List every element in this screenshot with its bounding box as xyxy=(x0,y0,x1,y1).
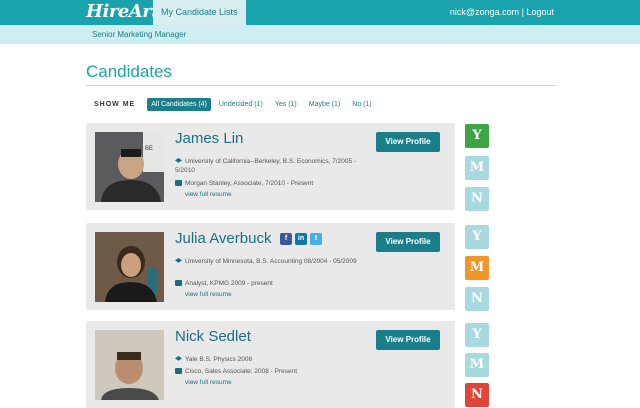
vote-maybe-button[interactable]: M xyxy=(465,353,489,377)
briefcase-icon xyxy=(175,180,182,186)
logo[interactable]: HireArt xyxy=(86,1,160,22)
view-resume-link[interactable]: view full resume xyxy=(185,379,232,386)
filter-maybe[interactable]: Maybe (1) xyxy=(305,98,345,111)
candidate-photo[interactable] xyxy=(95,330,164,400)
education-line: University of Minnesota, B.S. Accounting… xyxy=(175,257,375,266)
candidate-name[interactable]: James Lin xyxy=(175,130,243,147)
vote-no-button[interactable]: N xyxy=(465,187,489,211)
education-text: Yale B.S. Physics 2008 xyxy=(185,356,253,363)
vote-yes-button[interactable]: Y xyxy=(465,124,489,148)
show-me-label: SHOW ME xyxy=(94,100,136,108)
top-bar: HireArt My Candidate Lists nick@zonga.co… xyxy=(0,0,640,25)
job-title[interactable]: Senior Marketing Manager xyxy=(92,25,186,44)
linkedin-icon[interactable]: in xyxy=(295,233,307,245)
graduation-cap-icon xyxy=(175,158,182,163)
graduation-cap-icon xyxy=(175,258,182,263)
vote-maybe-button[interactable]: M xyxy=(465,156,489,180)
vote-yes-button[interactable]: Y xyxy=(465,225,489,249)
candidate-name[interactable]: Nick Sedlet xyxy=(175,328,251,345)
svg-text:BE: BE xyxy=(145,146,153,152)
filter-all[interactable]: All Candidates (4) xyxy=(147,97,211,111)
work-text: Morgan Stanley, Associate, 7/2010 - Pres… xyxy=(185,180,314,187)
view-resume-link[interactable]: view full resume xyxy=(185,191,232,198)
education-text: University of Minnesota, B.S. Accounting… xyxy=(185,258,357,265)
candidate-card: BE James Lin University of California--B… xyxy=(86,123,455,210)
sub-bar: Senior Marketing Manager xyxy=(0,25,640,44)
briefcase-icon xyxy=(175,280,182,286)
twitter-icon[interactable]: t xyxy=(310,233,322,245)
work-text: Cisco, Sales Associate; 2008 - Present xyxy=(185,368,298,375)
education-text: University of California--Berkeley, B.S.… xyxy=(175,158,357,174)
work-line: Analyst, KPMG 2009 - present xyxy=(175,279,375,288)
tab-my-candidate-lists[interactable]: My Candidate Lists xyxy=(153,0,246,25)
work-text: Analyst, KPMG 2009 - present xyxy=(185,280,273,287)
filter-undecided[interactable]: Undecided (1) xyxy=(215,98,267,111)
view-profile-button[interactable]: View Profile xyxy=(376,132,440,152)
user-email[interactable]: nick@zonga.com xyxy=(450,7,519,17)
candidate-photo[interactable] xyxy=(95,232,164,302)
view-profile-button[interactable]: View Profile xyxy=(376,330,440,350)
filter-bar: SHOW ME All Candidates (4) Undecided (1)… xyxy=(94,97,380,111)
social-links: f in t xyxy=(280,233,322,245)
candidate-card: Julia Averbuck f in t University of Minn… xyxy=(86,223,455,310)
candidate-card: Nick Sedlet Yale B.S. Physics 2008 Cisco… xyxy=(86,321,455,408)
graduation-cap-icon xyxy=(175,356,182,361)
candidate-name[interactable]: Julia Averbuck xyxy=(175,230,271,247)
work-line: Cisco, Sales Associate; 2008 - Present xyxy=(175,367,375,376)
vote-no-button[interactable]: N xyxy=(465,383,489,407)
title-divider xyxy=(86,85,556,86)
facebook-icon[interactable]: f xyxy=(280,233,292,245)
vote-no-button[interactable]: N xyxy=(465,287,489,311)
view-profile-button[interactable]: View Profile xyxy=(376,232,440,252)
view-resume-link[interactable]: view full resume xyxy=(185,291,232,298)
education-line: University of California--Berkeley, B.S.… xyxy=(175,157,375,175)
vote-yes-button[interactable]: Y xyxy=(465,323,489,347)
separator: | xyxy=(521,7,524,17)
page-title: Candidates xyxy=(86,62,173,81)
vote-maybe-button[interactable]: M xyxy=(465,256,489,280)
work-line: Morgan Stanley, Associate, 7/2010 - Pres… xyxy=(175,179,375,188)
education-line: Yale B.S. Physics 2008 xyxy=(175,355,375,364)
filter-no[interactable]: No (1) xyxy=(348,98,375,111)
candidate-photo[interactable]: BE xyxy=(95,132,164,202)
user-area: nick@zonga.com | Logout xyxy=(450,0,554,25)
briefcase-icon xyxy=(175,368,182,374)
logout-link[interactable]: Logout xyxy=(526,7,554,17)
filter-yes[interactable]: Yes (1) xyxy=(271,98,301,111)
